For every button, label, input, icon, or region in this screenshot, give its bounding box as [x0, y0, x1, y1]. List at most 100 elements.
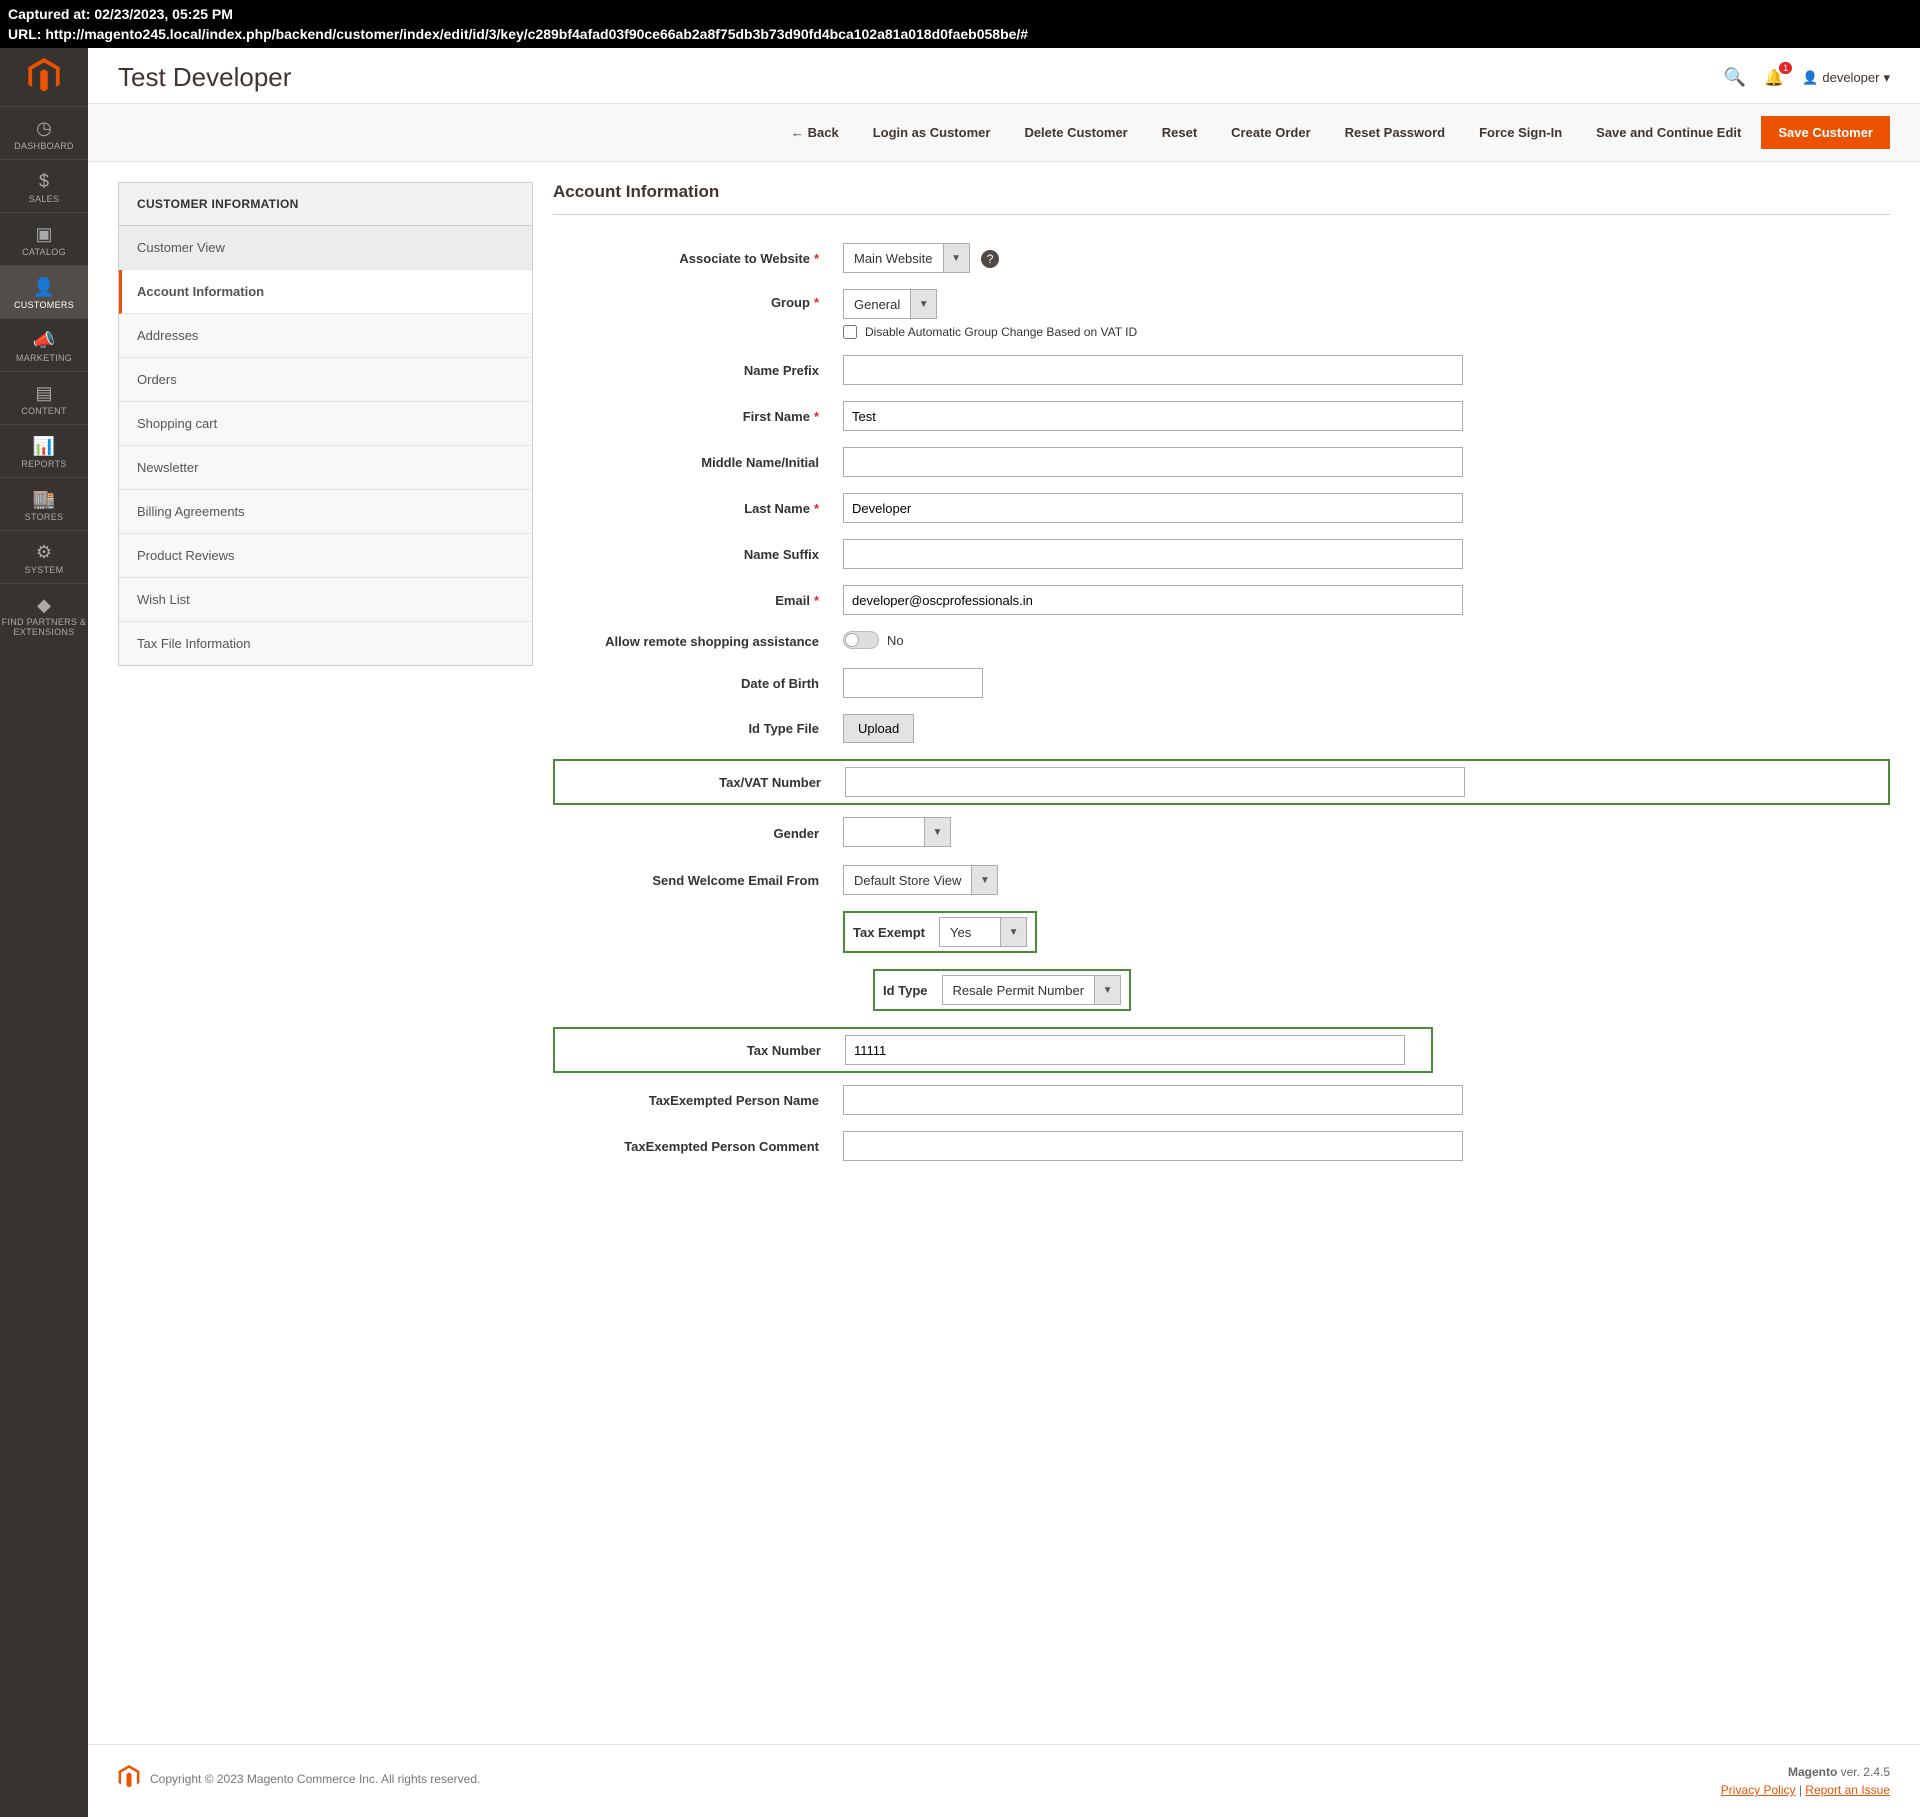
marketing-icon: 📣 [0, 329, 88, 351]
label-exempt-comment: TaxExempted Person Comment [553, 1139, 843, 1154]
label-id-type: Id Type [883, 983, 928, 998]
save-customer-button[interactable]: Save Customer [1761, 116, 1890, 149]
help-icon[interactable]: ? [981, 250, 999, 268]
tax-number-input[interactable] [845, 1035, 1405, 1065]
back-button[interactable]: Back [777, 117, 853, 148]
upload-button[interactable]: Upload [843, 714, 914, 743]
tab-addresses[interactable]: Addresses [119, 314, 532, 358]
exempt-comment-input[interactable] [843, 1131, 1463, 1161]
label-first-name: First Name* [553, 409, 843, 424]
reset-button[interactable]: Reset [1148, 117, 1211, 148]
prefix-input[interactable] [843, 355, 1463, 385]
welcome-email-select[interactable]: Default Store View ▼ [843, 865, 998, 895]
chevron-down-icon: ▼ [943, 244, 969, 272]
chevron-down-icon: ▼ [924, 818, 950, 846]
username: developer [1822, 70, 1879, 85]
tab-customer-view[interactable]: Customer View [119, 226, 532, 270]
website-select[interactable]: Main Website ▼ [843, 243, 970, 273]
capture-bar: Captured at: 02/23/2023, 05:25 PM URL: h… [0, 0, 1920, 48]
create-order-button[interactable]: Create Order [1217, 117, 1324, 148]
tax-exempt-highlight: Tax Exempt Yes ▼ [843, 911, 1037, 953]
nav-content[interactable]: ▤CONTENT [0, 371, 88, 424]
first-name-input[interactable] [843, 401, 1463, 431]
label-exempt-name: TaxExempted Person Name [553, 1093, 843, 1108]
tab-account-information[interactable]: Account Information [119, 270, 532, 314]
user-icon: 👤 [1802, 70, 1818, 86]
version-label: Magento [1788, 1765, 1837, 1779]
tab-orders[interactable]: Orders [119, 358, 532, 402]
chevron-down-icon: ▼ [1000, 918, 1026, 946]
nav-marketing[interactable]: 📣MARKETING [0, 318, 88, 371]
taxvat-highlight: Tax/VAT Number [553, 759, 1890, 805]
tab-shopping-cart[interactable]: Shopping cart [119, 402, 532, 446]
delete-customer-button[interactable]: Delete Customer [1010, 117, 1141, 148]
user-menu[interactable]: 👤 developer ▾ [1802, 70, 1890, 86]
nav-dashboard[interactable]: ◷DASHBOARD [0, 106, 88, 159]
tax-number-highlight: Tax Number [553, 1027, 1433, 1073]
nav-customers[interactable]: 👤CUSTOMERS [0, 265, 88, 318]
customer-info-tabs: CUSTOMER INFORMATION Customer View Accou… [118, 182, 533, 666]
page-header: Test Developer 🔍 🔔1 👤 developer ▾ [88, 48, 1920, 103]
notifications-icon[interactable]: 🔔1 [1764, 68, 1784, 88]
privacy-policy-link[interactable]: Privacy Policy [1721, 1783, 1796, 1797]
label-prefix: Name Prefix [553, 363, 843, 378]
label-disable-auto: Disable Automatic Group Change Based on … [865, 325, 1137, 339]
label-dob: Date of Birth [553, 676, 843, 691]
reports-icon: 📊 [0, 435, 88, 457]
report-issue-link[interactable]: Report an Issue [1805, 1783, 1890, 1797]
nav-stores[interactable]: 🏬STORES [0, 477, 88, 530]
nav-system[interactable]: ⚙SYSTEM [0, 530, 88, 583]
customers-icon: 👤 [0, 276, 88, 298]
middle-name-input[interactable] [843, 447, 1463, 477]
remote-assistance-toggle[interactable]: No [843, 631, 904, 649]
tax-exempt-select[interactable]: Yes ▼ [939, 917, 1027, 947]
page-title: Test Developer [118, 62, 291, 93]
email-input[interactable] [843, 585, 1463, 615]
magento-logo-icon [118, 1765, 140, 1792]
force-signin-button[interactable]: Force Sign-In [1465, 117, 1576, 148]
chevron-down-icon: ▼ [1094, 976, 1120, 1004]
label-remote-assistance: Allow remote shopping assistance [553, 634, 843, 649]
label-suffix: Name Suffix [553, 547, 843, 562]
group-select[interactable]: General ▼ [843, 289, 937, 319]
stores-icon: 🏬 [0, 488, 88, 510]
gender-select[interactable]: ▼ [843, 817, 951, 847]
form-title: Account Information [553, 182, 1890, 215]
label-tax-number: Tax Number [563, 1043, 845, 1058]
copyright-text: Copyright © 2023 Magento Commerce Inc. A… [150, 1772, 480, 1786]
partners-icon: ◆ [0, 594, 88, 616]
chevron-down-icon: ▼ [910, 290, 936, 318]
tab-newsletter[interactable]: Newsletter [119, 446, 532, 490]
label-taxvat: Tax/VAT Number [563, 775, 845, 790]
nav-catalog[interactable]: ▣CATALOG [0, 212, 88, 265]
label-middle-name: Middle Name/Initial [553, 455, 843, 470]
tab-tax-file-information[interactable]: Tax File Information [119, 622, 532, 665]
label-id-type-file: Id Type File [553, 721, 843, 736]
tab-billing-agreements[interactable]: Billing Agreements [119, 490, 532, 534]
label-welcome-email: Send Welcome Email From [553, 873, 843, 888]
sales-icon: $ [0, 170, 88, 192]
system-icon: ⚙ [0, 541, 88, 563]
login-as-customer-button[interactable]: Login as Customer [859, 117, 1005, 148]
id-type-highlight: Id Type Resale Permit Number ▼ [873, 969, 1131, 1011]
tab-product-reviews[interactable]: Product Reviews [119, 534, 532, 578]
search-icon[interactable]: 🔍 [1724, 67, 1746, 88]
last-name-input[interactable] [843, 493, 1463, 523]
suffix-input[interactable] [843, 539, 1463, 569]
id-type-select[interactable]: Resale Permit Number ▼ [942, 975, 1122, 1005]
exempt-name-input[interactable] [843, 1085, 1463, 1115]
content-icon: ▤ [0, 382, 88, 404]
magento-logo-icon[interactable] [26, 58, 62, 94]
nav-reports[interactable]: 📊REPORTS [0, 424, 88, 477]
chevron-down-icon: ▼ [971, 866, 997, 894]
label-last-name: Last Name* [553, 501, 843, 516]
save-continue-button[interactable]: Save and Continue Edit [1582, 117, 1755, 148]
disable-auto-group-checkbox[interactable] [843, 325, 857, 339]
dob-input[interactable] [843, 668, 983, 698]
nav-sales[interactable]: $SALES [0, 159, 88, 212]
taxvat-input[interactable] [845, 767, 1465, 797]
tab-wish-list[interactable]: Wish List [119, 578, 532, 622]
reset-password-button[interactable]: Reset Password [1331, 117, 1459, 148]
nav-partners[interactable]: ◆FIND PARTNERS & EXTENSIONS [0, 583, 88, 646]
toggle-value: No [887, 633, 904, 648]
